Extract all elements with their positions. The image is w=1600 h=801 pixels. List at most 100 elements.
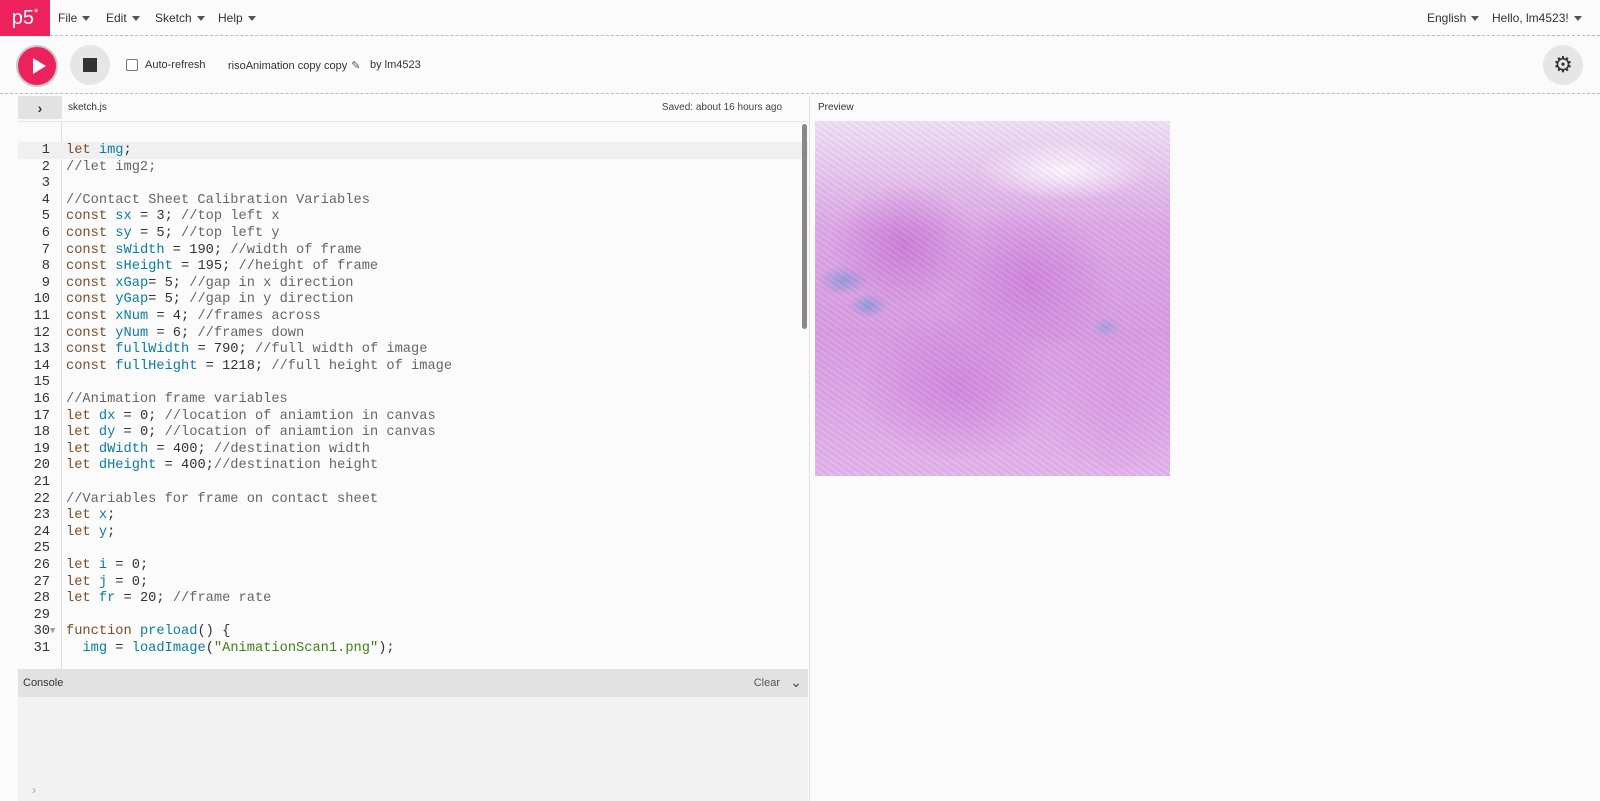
code-line[interactable]: 21 bbox=[18, 474, 808, 491]
code-line[interactable]: 23 let x; bbox=[18, 507, 808, 524]
code-line[interactable]: 14 const fullHeight = 1218; //full height… bbox=[18, 358, 808, 375]
console-label: Console bbox=[23, 677, 64, 689]
auto-refresh-label: Auto-refresh bbox=[145, 59, 206, 71]
logo-star: * bbox=[33, 7, 39, 19]
line-number: 21 bbox=[33, 475, 50, 490]
console-header: Console Clear ⌄ bbox=[18, 669, 808, 697]
line-number: 27 bbox=[33, 574, 50, 590]
chevron-down-icon[interactable]: ⌄ bbox=[790, 674, 802, 691]
code-text: let dHeight = 400;//destination height bbox=[66, 458, 379, 474]
line-number: 7 bbox=[41, 242, 50, 258]
code-text: //Contact Sheet Calibration Variables bbox=[66, 192, 370, 208]
line-number: 5 bbox=[41, 209, 50, 225]
code-line[interactable]: 31 img = loadImage("AnimationScan1.png")… bbox=[18, 640, 808, 657]
menu-edit[interactable]: Edit bbox=[106, 0, 140, 36]
code-text: //Animation frame variables bbox=[66, 392, 288, 407]
line-number: 31 bbox=[33, 641, 50, 656]
code-line[interactable]: 3 bbox=[18, 175, 808, 192]
sketch-name[interactable]: risoAnimation copy copy ✎ bbox=[228, 59, 360, 73]
line-number: 26 bbox=[33, 558, 50, 573]
code-line[interactable]: 7 const sWidth = 190; //width of frame bbox=[18, 242, 808, 259]
code-line[interactable]: 9 const xGap= 5; //gap in x direction bbox=[18, 275, 808, 292]
code-line[interactable]: 15 bbox=[18, 374, 808, 391]
code-line[interactable]: 26 let i = 0; bbox=[18, 557, 808, 574]
code-line[interactable]: 29 bbox=[18, 607, 808, 624]
fold-arrow-icon[interactable]: ▼ bbox=[50, 623, 55, 640]
code-text: //Variables for frame on contact sheet bbox=[66, 491, 379, 507]
line-number: 15 bbox=[33, 375, 50, 391]
file-name: sketch.js bbox=[68, 102, 107, 113]
menu-file[interactable]: File bbox=[58, 0, 91, 36]
code-text: const sWidth = 190; //width of frame bbox=[66, 242, 362, 258]
code-line[interactable]: 5 const sx = 3; //top left x bbox=[18, 208, 808, 225]
code-text: img = loadImage("AnimationScan1.png"); bbox=[82, 641, 395, 656]
logo-text: p5 bbox=[11, 6, 34, 29]
line-number: 9 bbox=[41, 275, 50, 291]
line-number: 13 bbox=[33, 342, 50, 358]
console-clear-button[interactable]: Clear bbox=[754, 677, 780, 689]
code-text: const xNum = 4; //frames across bbox=[66, 309, 321, 324]
line-number: 2 bbox=[41, 159, 50, 175]
code-editor[interactable]: 1 let img; 2 //let img2; 3 4 //Contact Sheet C… bbox=[18, 121, 808, 669]
stop-button[interactable] bbox=[70, 45, 110, 85]
line-number: 10 bbox=[33, 292, 50, 308]
code-text: const fullWidth = 790; //full width of i… bbox=[66, 342, 428, 358]
line-number: 29 bbox=[33, 607, 50, 623]
preview-canvas[interactable] bbox=[815, 121, 1170, 476]
code-text: let dy = 0; //location of aniamtion in c… bbox=[66, 425, 436, 441]
menu-help[interactable]: Help bbox=[218, 0, 256, 36]
code-line[interactable]: 22 //Variables for frame on contact sheet bbox=[18, 491, 808, 508]
pane-divider[interactable] bbox=[809, 96, 810, 801]
line-number: 22 bbox=[33, 491, 50, 507]
code-line[interactable]: 19 let dWidth = 400; //destination width bbox=[18, 441, 808, 458]
code-line[interactable]: 16 //Animation frame variables bbox=[18, 391, 808, 408]
auto-refresh-checkbox[interactable] bbox=[126, 59, 138, 71]
code-text: let img; bbox=[66, 143, 132, 158]
sketch-name-text: risoAnimation copy copy bbox=[228, 59, 348, 72]
code-line[interactable]: 1 let img; bbox=[18, 142, 808, 159]
code-line[interactable]: 6 const sy = 5; //top left y bbox=[18, 225, 808, 242]
pencil-icon[interactable]: ✎ bbox=[351, 59, 360, 72]
code-text: let j = 0; bbox=[66, 574, 149, 590]
code-text: const yGap= 5; //gap in y direction bbox=[66, 292, 354, 308]
caret-down-icon bbox=[1471, 15, 1480, 21]
editor-scrollbar[interactable] bbox=[802, 124, 807, 329]
code-text: const yNum = 6; //frames down bbox=[66, 325, 305, 341]
code-line[interactable]: 25 bbox=[18, 540, 808, 557]
auto-refresh-toggle[interactable]: Auto-refresh bbox=[126, 59, 206, 71]
user-menu[interactable]: Hello, lm4523! bbox=[1492, 0, 1582, 36]
menu-edit-label: Edit bbox=[106, 11, 127, 25]
code-line[interactable]: 12 const yNum = 6; //frames down bbox=[18, 325, 808, 342]
code-line[interactable]: 4 //Contact Sheet Calibration Variables bbox=[18, 192, 808, 209]
line-number: 18 bbox=[33, 425, 50, 441]
code-line[interactable]: 27 let j = 0; bbox=[18, 574, 808, 591]
line-number: 19 bbox=[33, 441, 50, 457]
code-line[interactable]: 13 const fullWidth = 790; //full width of… bbox=[18, 341, 808, 358]
code-line[interactable]: 8 const sHeight = 195; //height of frame bbox=[18, 258, 808, 275]
code-text: const fullHeight = 1218; //full height o… bbox=[66, 358, 453, 374]
code-text: const sHeight = 195; //height of frame bbox=[66, 259, 379, 275]
code-line[interactable]: 18 let dy = 0; //location of aniamtion in… bbox=[18, 424, 808, 441]
p5-logo[interactable]: p5 * bbox=[0, 0, 50, 36]
code-line[interactable]: 28 let fr = 20; //frame rate bbox=[18, 590, 808, 607]
code-line[interactable]: 30 ▼ function preload() { bbox=[18, 623, 808, 640]
language-select[interactable]: English bbox=[1427, 0, 1480, 36]
menu-sketch[interactable]: Sketch bbox=[155, 0, 205, 36]
caret-down-icon bbox=[196, 15, 205, 21]
code-text: let x; bbox=[66, 508, 116, 524]
stop-icon bbox=[83, 58, 97, 72]
line-number: 1 bbox=[41, 143, 50, 158]
code-line[interactable]: 20 let dHeight = 400;//destination height bbox=[18, 457, 808, 474]
line-number: 3 bbox=[41, 176, 50, 192]
settings-button[interactable]: ⚙ bbox=[1543, 45, 1583, 85]
code-line[interactable]: 2 //let img2; bbox=[18, 159, 808, 176]
code-line[interactable]: 24 let y; bbox=[18, 524, 808, 541]
code-line[interactable]: 10 const yGap= 5; //gap in y direction bbox=[18, 291, 808, 308]
caret-down-icon bbox=[131, 15, 140, 21]
play-button[interactable] bbox=[16, 45, 58, 87]
sidebar-toggle-button[interactable]: › bbox=[18, 96, 62, 119]
code-line[interactable]: 17 let dx = 0; //location of aniamtion in… bbox=[18, 408, 808, 425]
console-prompt-icon[interactable]: › bbox=[32, 783, 36, 797]
line-number: 6 bbox=[41, 226, 50, 241]
code-line[interactable]: 11 const xNum = 4; //frames across bbox=[18, 308, 808, 325]
